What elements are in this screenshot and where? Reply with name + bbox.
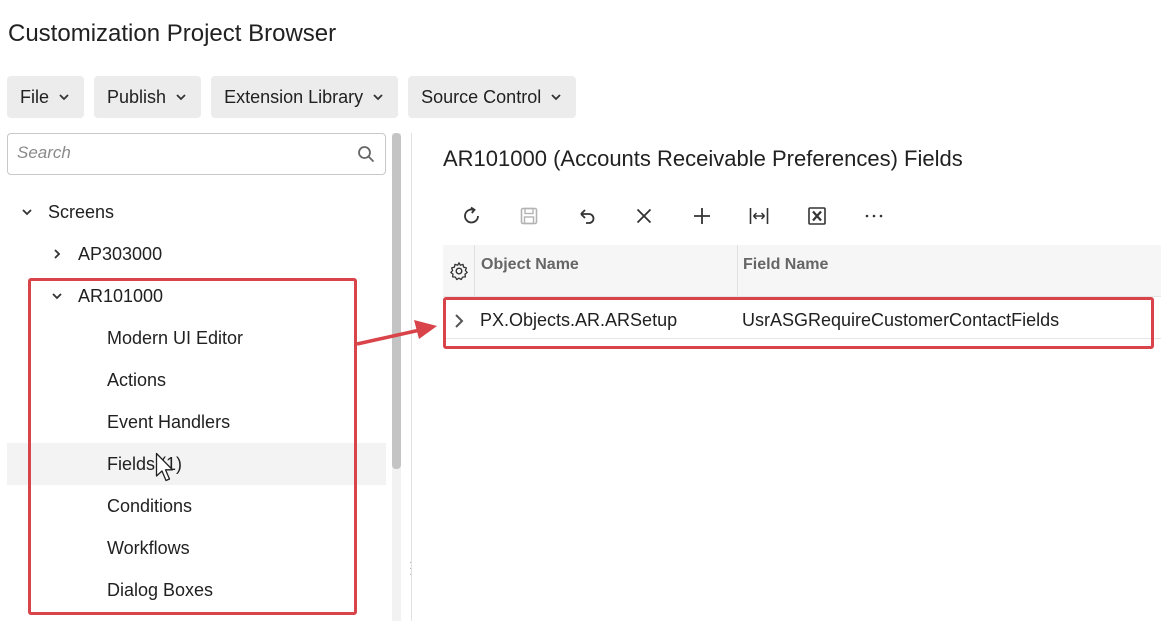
tree-item-label: Dialog Boxes <box>107 579 214 600</box>
tree-item-label: Actions <box>107 369 167 390</box>
tree-node-label: AR101000 <box>78 285 164 306</box>
more-button[interactable] <box>846 196 904 236</box>
source-control-menu-button[interactable]: Source Control <box>408 76 577 118</box>
tree-item-conditions[interactable]: Conditions <box>107 485 192 527</box>
search-box <box>7 133 386 175</box>
search-icon[interactable] <box>357 145 375 163</box>
tree-item-label: Modern UI Editor <box>107 327 244 348</box>
chevron-down-icon[interactable] <box>20 205 34 219</box>
tree-node-ar101000[interactable]: AR101000 <box>50 275 163 317</box>
column-header-object-name[interactable]: Object Name <box>481 256 579 274</box>
undo-icon <box>580 209 595 224</box>
tree-item-label: Workflows <box>107 537 190 558</box>
publish-menu-button[interactable]: Publish <box>94 76 202 118</box>
table-row[interactable]: PX.Objects.AR.ARSetup UsrASGRequireCusto… <box>443 303 1161 339</box>
refresh-icon <box>463 206 479 224</box>
tree-item-label: Event Handlers <box>107 411 231 432</box>
extension-library-menu-button[interactable]: Extension Library <box>211 76 399 118</box>
column-header-field-name[interactable]: Field Name <box>743 256 828 274</box>
chevron-right-icon[interactable] <box>50 247 64 261</box>
tree-node-ap303000[interactable]: AP303000 <box>50 233 162 275</box>
cell-object-name[interactable]: PX.Objects.AR.ARSetup <box>480 310 677 331</box>
delete-button[interactable] <box>616 196 674 236</box>
tree-item-workflows[interactable]: Workflows <box>107 527 190 569</box>
panel-divider <box>411 133 412 621</box>
grid-toolbar <box>443 196 903 236</box>
grid-settings-button[interactable] <box>443 245 475 297</box>
add-button[interactable] <box>673 196 731 236</box>
export-excel-button[interactable] <box>788 196 846 236</box>
gear-icon <box>449 262 468 281</box>
source-control-menu-label: Source Control <box>421 86 542 107</box>
tree-node-screens[interactable]: Screens <box>20 191 114 233</box>
page-title: Customization Project Browser <box>8 20 337 47</box>
undo-button[interactable] <box>558 196 616 236</box>
column-separator[interactable] <box>737 245 738 297</box>
cell-field-name[interactable]: UsrASGRequireCustomerContactFields <box>742 310 1059 331</box>
export-excel-icon <box>807 207 826 225</box>
more-icon <box>865 214 883 218</box>
tree-item-fields[interactable]: Fields (1) <box>7 443 386 485</box>
chevron-down-icon <box>549 90 563 104</box>
tree-item-dialog-boxes[interactable]: Dialog Boxes <box>107 569 213 611</box>
tree-item-event-handlers[interactable]: Event Handlers <box>107 401 230 443</box>
file-menu-label: File <box>20 86 50 107</box>
tree-node-label: AP303000 <box>78 243 163 264</box>
tree-item-label: Conditions <box>107 495 193 516</box>
add-icon <box>693 208 710 224</box>
grid-header: Object Name Field Name <box>443 245 1161 297</box>
grid-title: AR101000 (Accounts Receivable Preference… <box>443 146 963 171</box>
chevron-down-icon <box>371 90 385 104</box>
extension-library-menu-label: Extension Library <box>224 86 364 107</box>
file-menu-button[interactable]: File <box>7 76 85 118</box>
refresh-button[interactable] <box>443 196 501 236</box>
search-input[interactable] <box>17 134 337 172</box>
chevron-down-icon <box>57 90 71 104</box>
splitter-handle-icon[interactable]: · · · <box>409 558 415 580</box>
tree-item-modern-ui-editor[interactable]: Modern UI Editor <box>107 317 243 359</box>
sidebar-scrollbar-thumb[interactable] <box>392 133 401 469</box>
fit-columns-button[interactable] <box>731 196 789 236</box>
tree-node-label: Screens <box>48 201 115 222</box>
tree-item-actions[interactable]: Actions <box>107 359 166 401</box>
chevron-down-icon[interactable] <box>50 289 64 303</box>
save-button[interactable] <box>501 196 559 236</box>
publish-menu-label: Publish <box>107 86 167 107</box>
menubar: File Publish Extension Library Source Co… <box>7 76 577 118</box>
save-icon <box>520 207 538 225</box>
chevron-down-icon <box>174 90 188 104</box>
fit-columns-icon <box>749 208 769 224</box>
mouse-cursor-icon <box>155 452 174 482</box>
delete-icon <box>637 208 652 224</box>
chevron-right-icon[interactable] <box>452 312 466 330</box>
